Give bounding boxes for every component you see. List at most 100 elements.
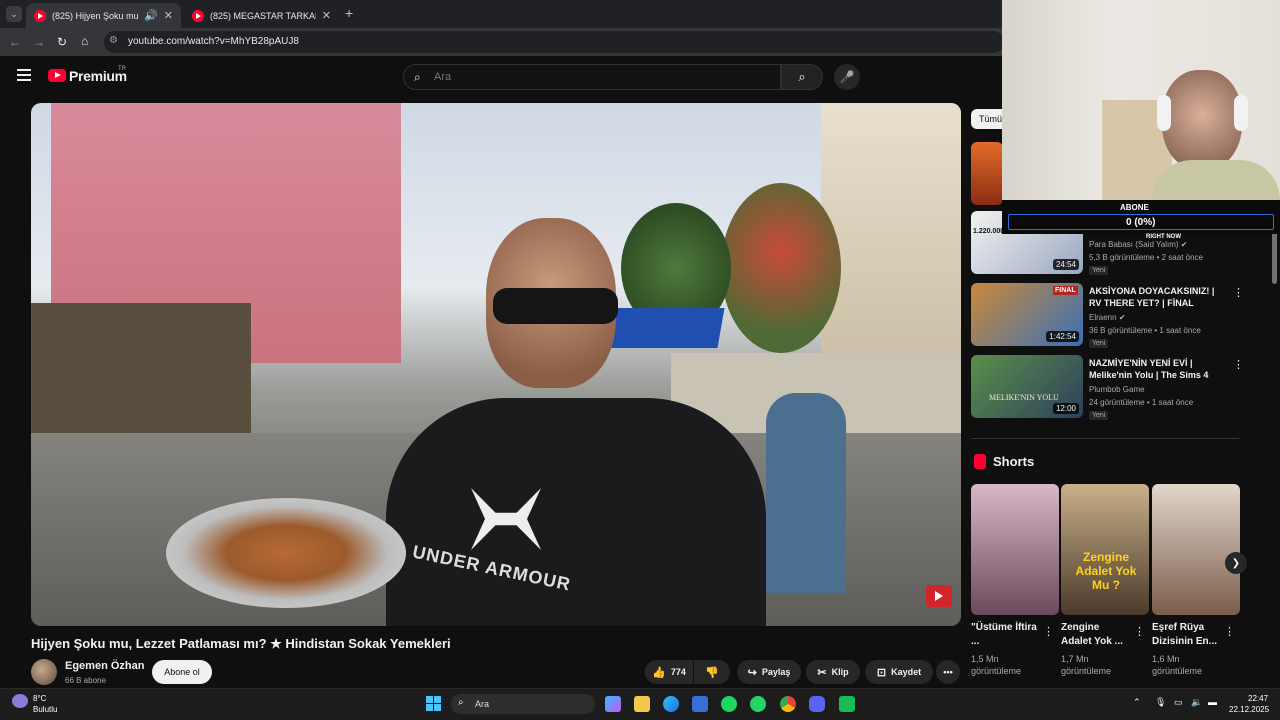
close-tab-icon[interactable]: ✕: [322, 9, 331, 22]
chevron-up-icon[interactable]: ⌃: [1133, 697, 1141, 708]
channel-watermark-icon[interactable]: [926, 585, 952, 607]
bystander: [766, 393, 846, 593]
close-tab-icon[interactable]: ✕: [164, 9, 173, 22]
new-badge: Yeni: [1089, 339, 1109, 348]
browser-tab[interactable]: (825) MEGASTAR TARKAN | Bölü ✕: [184, 3, 339, 28]
windows-start-icon[interactable]: [426, 696, 441, 711]
store-icon[interactable]: [692, 696, 708, 712]
home-icon[interactable]: ⌂: [81, 34, 88, 48]
discord-icon[interactable]: [809, 696, 825, 712]
dislike-button[interactable]: 👎: [694, 660, 730, 684]
whatsapp-icon[interactable]: [750, 696, 766, 712]
chrome-icon[interactable]: [780, 696, 796, 712]
presenter-shirt: [386, 398, 766, 626]
recommendation-thumbnail[interactable]: [971, 142, 1003, 205]
headphones: [1157, 95, 1171, 131]
share-label: Paylaş: [761, 667, 791, 677]
site-info-icon[interactable]: ⚙: [109, 35, 118, 46]
save-button[interactable]: ⊡ Kaydet: [865, 660, 933, 684]
spotify-icon[interactable]: [721, 696, 737, 712]
thumbs-up-icon: 👍: [652, 666, 666, 679]
microphone-icon[interactable]: 🎙: [1155, 697, 1166, 708]
shorts-icon: [974, 454, 986, 469]
menu-icon[interactable]: [17, 69, 31, 81]
recommendation-thumbnail[interactable]: FINAL 1:42:54: [971, 283, 1083, 346]
taskbar-search[interactable]: [451, 694, 595, 714]
region-label: TR: [118, 66, 126, 72]
file-explorer-icon[interactable]: [634, 696, 650, 712]
like-button[interactable]: 👍 774: [645, 660, 693, 684]
channel-avatar[interactable]: [31, 659, 57, 685]
browser-tab-active[interactable]: (825) Hijyen Şoku mu, Lezze 🔊 ✕: [26, 3, 181, 28]
recommendation-item[interactable]: FINAL 1:42:54 AKSİYONA DOYACAKSINIZ! | R…: [971, 283, 1271, 348]
clock-date[interactable]: 22.12.2025: [1229, 705, 1269, 714]
scissors-icon: ✂: [817, 666, 827, 679]
chevron-right-icon[interactable]: ❯: [1225, 552, 1247, 574]
more-vert-icon[interactable]: ⋮: [1043, 625, 1054, 638]
clock-time[interactable]: 22:47: [1248, 694, 1268, 703]
weather-icon[interactable]: [12, 694, 28, 708]
recommendation-channel[interactable]: Elraenn ✔: [1089, 313, 1126, 322]
short-thumbnail[interactable]: [1152, 484, 1240, 615]
duration-badge: 1:42:54: [1046, 331, 1079, 342]
audio-icon[interactable]: 🔊: [144, 9, 158, 22]
recommendation-item[interactable]: MELIKE'NIN YOLU 12:00 NAZMİYE'NİN YENİ E…: [971, 355, 1271, 420]
new-badge: Yeni: [1089, 411, 1109, 420]
subscribe-button[interactable]: Abone ol: [152, 660, 212, 684]
food-stall: [31, 303, 251, 453]
short-thumbnail[interactable]: Zengine Adalet Yok Mu ?: [1061, 484, 1149, 615]
save-label: Kaydet: [891, 667, 922, 677]
tab-list-button[interactable]: ⌄: [6, 6, 22, 22]
battery-icon[interactable]: ▬: [1208, 697, 1217, 707]
streamer-shirt: [1152, 160, 1280, 200]
section-divider: [971, 438, 1239, 439]
search-button[interactable]: ⌕: [781, 64, 823, 90]
weather-description[interactable]: Bulutlu: [33, 705, 57, 714]
more-vert-icon[interactable]: ⋮: [1224, 625, 1235, 638]
food-plate: [166, 498, 406, 608]
recommendation-title[interactable]: NAZMİYE'NİN YENİ EVİ | Melike'nin Yolu |…: [1089, 357, 1229, 381]
short-views: 1,6 Mn görüntüleme: [1152, 654, 1203, 676]
recommendation-title[interactable]: AKSİYONA DOYACAKSINIZ! | RV THERE YET? |…: [1089, 285, 1229, 309]
channel-label: Elraenn: [1089, 313, 1117, 322]
back-icon[interactable]: ←: [9, 35, 21, 49]
video-title: Hijyen Şoku mu, Lezzet Patlaması mı? ★ H…: [31, 636, 451, 651]
new-tab-button[interactable]: +: [345, 5, 353, 21]
short-thumbnail[interactable]: [971, 484, 1059, 615]
recommendation-channel[interactable]: Para Babası (Said Yalım) ✔: [1089, 240, 1187, 249]
tree: [721, 183, 841, 353]
reload-icon[interactable]: ↻: [57, 35, 67, 49]
forward-icon[interactable]: →: [33, 35, 45, 49]
volume-icon[interactable]: 🔉: [1191, 697, 1202, 708]
more-vert-icon[interactable]: ⋮: [1134, 625, 1145, 638]
share-button[interactable]: ↪ Paylaş: [737, 660, 801, 684]
more-vert-icon[interactable]: ⋮: [1233, 358, 1244, 371]
channel-name[interactable]: Egemen Özhan: [65, 660, 144, 672]
search-icon: ⌕: [458, 697, 464, 708]
taskbar-search-label[interactable]: Ara: [475, 699, 489, 709]
network-icon[interactable]: ▭: [1174, 697, 1183, 708]
app-icon[interactable]: [839, 696, 855, 712]
youtube-favicon-icon: [34, 9, 46, 22]
clip-button[interactable]: ✂ Klip: [806, 660, 860, 684]
short-views: 1,7 Mn görüntüleme: [1061, 654, 1112, 676]
short-title[interactable]: "Üstüme İftira ...: [971, 621, 1041, 649]
headphones: [1234, 95, 1248, 131]
more-vert-icon[interactable]: ⋮: [1233, 286, 1244, 299]
search-icon: ⌕: [414, 70, 421, 84]
more-actions-button[interactable]: •••: [936, 660, 960, 684]
blue-canopy: [607, 308, 725, 348]
edge-icon[interactable]: [663, 696, 679, 712]
thumb-text: FINAL: [1053, 286, 1078, 295]
video-player[interactable]: UNDER ARMOUR: [31, 103, 961, 626]
recommendation-channel[interactable]: Plumbob Game: [1089, 385, 1145, 394]
youtube-logo-icon[interactable]: [48, 69, 66, 82]
voice-search-button[interactable]: 🎤: [834, 64, 860, 90]
url-text[interactable]: youtube.com/watch?v=MhYB28pAUJ8: [128, 36, 299, 47]
search-input[interactable]: [434, 70, 764, 84]
recommendation-thumbnail[interactable]: MELIKE'NIN YOLU 12:00: [971, 355, 1083, 418]
short-title[interactable]: Zengine Adalet Yok ...: [1061, 621, 1131, 649]
copilot-icon[interactable]: [605, 696, 621, 712]
weather-temperature[interactable]: 8°C: [33, 694, 46, 703]
short-title[interactable]: Eşref Rüya Dizisinin En...: [1152, 621, 1222, 649]
